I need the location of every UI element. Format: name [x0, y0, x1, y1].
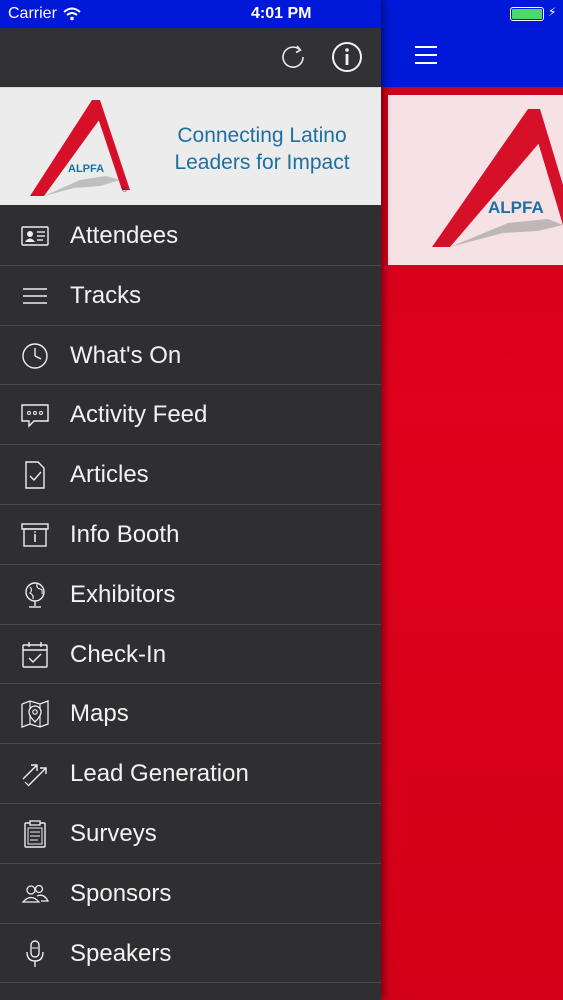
menu-item-label: Info Booth	[70, 520, 180, 548]
list-icon	[20, 281, 50, 311]
wifi-icon	[63, 7, 81, 21]
menu-item-label: Articles	[70, 461, 149, 489]
menu-item-label: Check-In	[70, 640, 167, 668]
svg-text:®: ®	[122, 186, 128, 194]
drawer-header-banner: ALPFA ® Connecting Latino Leaders for Im…	[0, 87, 381, 205]
side-drawer: ALPFA ® Connecting Latino Leaders for Im…	[0, 0, 381, 1000]
menu-item-label: Activity Feed	[70, 401, 208, 429]
document-check-icon	[20, 460, 50, 490]
people-icon	[20, 879, 50, 909]
menu-item-label: Surveys	[70, 819, 157, 847]
tagline-line-2: Leaders for Impact	[174, 151, 350, 174]
menu-item-label: Lead Generation	[70, 760, 249, 788]
status-bar: Carrier 4:01 PM ⚡	[0, 0, 563, 28]
carrier-label: Carrier	[8, 5, 57, 22]
alpfa-logo: ALPFA ®	[30, 100, 130, 196]
menu-item-label: Speakers	[70, 939, 172, 967]
content-banner: ALPFA	[388, 95, 563, 265]
menu-item-label: Maps	[70, 700, 129, 728]
id-card-icon	[20, 221, 50, 251]
calendar-check-icon	[20, 640, 50, 670]
globe-icon	[20, 580, 50, 610]
menu-item-label: Exhibitors	[70, 580, 176, 608]
menu-item-activity-feed[interactable]: Activity Feed	[0, 385, 381, 446]
clock-icon	[20, 341, 50, 371]
svg-text:ALPFA: ALPFA	[68, 163, 104, 175]
main-content-panel[interactable]: ALPFA	[381, 0, 563, 1000]
menu-item-sponsors[interactable]: Sponsors	[0, 864, 381, 924]
menu-item-info-booth[interactable]: Info Booth	[0, 505, 381, 565]
info-icon[interactable]	[330, 40, 364, 74]
status-time: 4:01 PM	[251, 5, 312, 22]
hamburger-menu-icon[interactable]	[415, 46, 437, 64]
menu-item-lead-generation[interactable]: Lead Generation	[0, 744, 381, 804]
microphone-icon	[20, 939, 50, 969]
menu-item-maps[interactable]: Maps	[0, 684, 381, 745]
menu-item-check-in[interactable]: Check-In	[0, 625, 381, 685]
map-pin-icon	[20, 699, 50, 729]
clipboard-icon	[20, 819, 50, 849]
charging-bolt-icon: ⚡	[548, 5, 557, 19]
menu-item-surveys[interactable]: Surveys	[0, 804, 381, 864]
banner-tagline: Connecting Latino Leaders for Impact	[152, 122, 372, 176]
menu-item-label: Tracks	[70, 281, 142, 309]
arrows-icon	[20, 759, 50, 789]
chat-bubble-icon	[20, 400, 50, 430]
battery-icon	[510, 7, 544, 21]
svg-text:ALPFA: ALPFA	[488, 198, 544, 217]
refresh-icon[interactable]	[276, 40, 310, 74]
info-booth-icon	[20, 520, 50, 550]
menu-item-speakers[interactable]: Speakers	[0, 924, 381, 984]
menu-item-attendees[interactable]: Attendees	[0, 206, 381, 266]
menu-item-articles[interactable]: Articles	[0, 445, 381, 505]
tagline-line-1: Connecting Latino	[177, 124, 347, 147]
menu-item-whats-on[interactable]: What's On	[0, 326, 381, 386]
drawer-toolbar	[0, 28, 381, 86]
menu-item-label: What's On	[70, 341, 182, 369]
alpfa-logo-large: ALPFA	[432, 109, 563, 247]
drawer-menu: Attendees Tracks What's On Activity Feed	[0, 206, 381, 984]
app-screen: ALPFA ALPFA ® Connecting Latino Leaders …	[0, 0, 563, 1000]
menu-item-tracks[interactable]: Tracks	[0, 266, 381, 326]
menu-item-label: Attendees	[70, 222, 179, 249]
menu-item-label: Sponsors	[70, 879, 172, 907]
menu-item-exhibitors[interactable]: Exhibitors	[0, 565, 381, 625]
